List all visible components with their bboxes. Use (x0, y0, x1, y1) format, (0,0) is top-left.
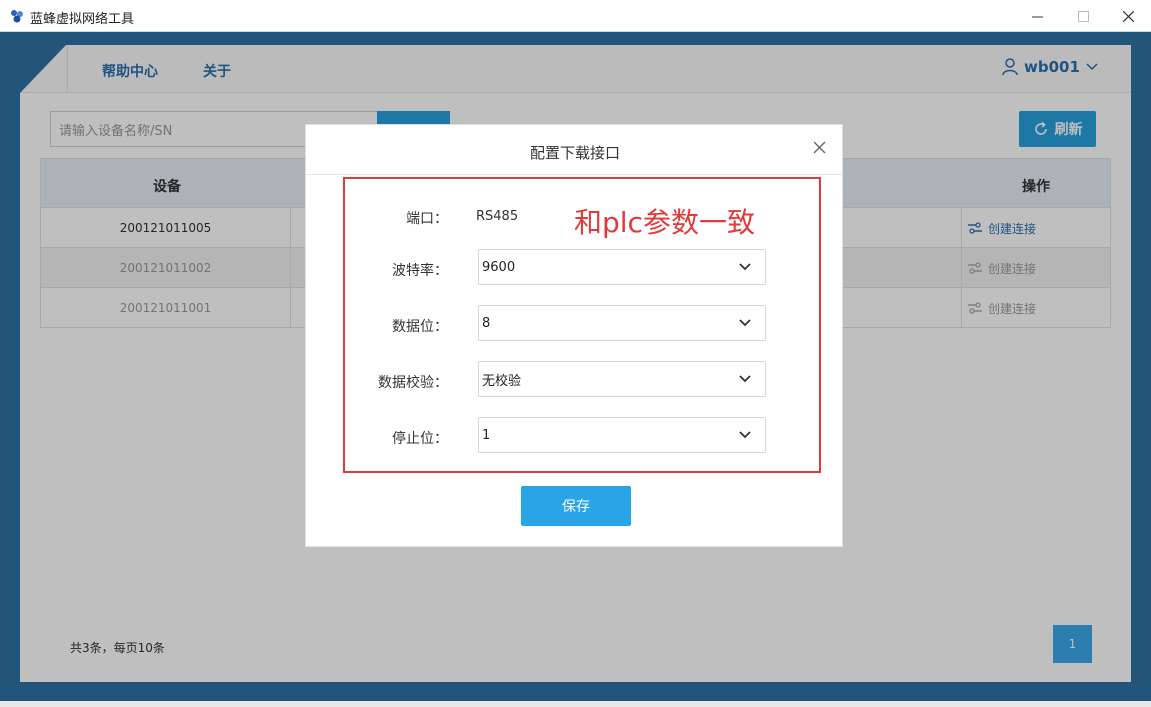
chevron-down-icon (739, 375, 751, 383)
port-value: RS485 (476, 209, 519, 224)
taskbar-strip (0, 701, 1151, 707)
close-window-button[interactable] (1105, 0, 1151, 32)
chevron-down-icon (739, 319, 751, 327)
dialog-title: 配置下载接口 (529, 144, 620, 162)
baud-rate-value: 9600 (482, 259, 516, 275)
maximize-icon (1077, 10, 1089, 22)
annotation-text: 和plc参数一致 (574, 206, 755, 239)
baud-rate-label: 波特率： (392, 263, 448, 279)
stop-bits-label: 停止位： (392, 431, 448, 447)
minimize-button[interactable] (1014, 0, 1060, 32)
close-icon (1122, 10, 1134, 22)
data-bits-label: 数据位： (392, 319, 448, 335)
stop-bits-value: 1 (482, 427, 491, 443)
parity-label: 数据校验： (378, 375, 448, 391)
parity-value: 无校验 (482, 373, 522, 389)
data-bits-value: 8 (482, 315, 491, 331)
port-label: 端口： (406, 211, 448, 227)
config-download-dialog: 配置下载接口 和plc参数一致 端口： RS485 波特率： 9600 数据位：… (305, 124, 843, 547)
chevron-down-icon (739, 263, 751, 271)
chevron-down-icon (739, 431, 751, 439)
save-button[interactable]: 保存 (521, 486, 631, 526)
maximize-button[interactable] (1060, 0, 1106, 32)
dialog-header: 配置下载接口 (306, 125, 842, 175)
window-title: 蓝蜂虚拟网络工具 (30, 12, 135, 27)
parity-select[interactable]: 无校验 (478, 361, 766, 397)
bee-logo-icon (11, 10, 23, 23)
close-icon[interactable] (811, 139, 829, 157)
window-titlebar: 蓝蜂虚拟网络工具 (0, 0, 1151, 32)
minimize-icon (1031, 16, 1043, 17)
baud-rate-select[interactable]: 9600 (478, 249, 766, 285)
data-bits-select[interactable]: 8 (478, 305, 766, 341)
stop-bits-select[interactable]: 1 (478, 417, 766, 453)
